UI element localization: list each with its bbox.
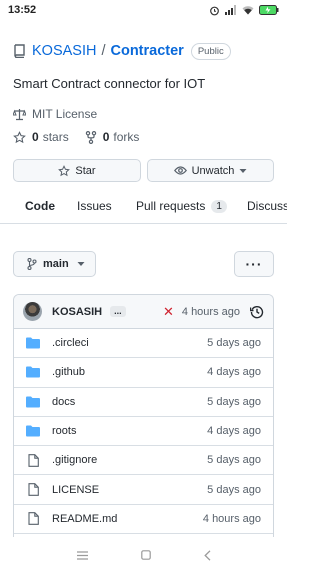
fork-icon xyxy=(85,130,96,144)
folder-icon xyxy=(26,425,40,437)
repo-tabs: Code Issues Pull requests 1 Discuss xyxy=(0,188,287,224)
file-name[interactable]: docs xyxy=(52,396,207,408)
file-age: 4 days ago xyxy=(207,425,261,438)
tab-code[interactable]: Code xyxy=(25,188,55,223)
repo-description: Smart Contract connector for IOT xyxy=(13,76,206,91)
chevron-down-icon xyxy=(77,262,85,266)
forks-count: 0 xyxy=(102,130,110,144)
menu-icon[interactable] xyxy=(76,550,88,560)
battery-icon xyxy=(259,5,279,15)
file-row[interactable]: .github 4 days ago xyxy=(14,358,273,388)
back-icon[interactable] xyxy=(203,549,211,561)
status-icons xyxy=(209,5,279,16)
chevron-down-icon xyxy=(239,168,247,173)
repo-icon xyxy=(13,44,25,58)
branch-icon xyxy=(27,258,37,270)
file-age: 4 days ago xyxy=(207,366,261,379)
forks-link[interactable]: 0 forks xyxy=(85,130,140,144)
file-name[interactable]: roots xyxy=(52,425,207,437)
avatar[interactable] xyxy=(23,302,42,321)
file-row[interactable]: roots 4 days ago xyxy=(14,417,273,447)
law-scale-icon xyxy=(13,108,26,120)
file-name[interactable]: .circleci xyxy=(52,337,207,349)
stars-count[interactable]: 0 xyxy=(32,130,39,144)
file-row[interactable]: .circleci 5 days ago xyxy=(14,329,273,359)
file-browser: KOSASIH ... ✕ 4 hours ago .circleci 5 da… xyxy=(13,294,274,544)
wifi-icon xyxy=(242,6,254,15)
stars-label[interactable]: stars xyxy=(43,130,69,144)
commit-message-toggle[interactable]: ... xyxy=(110,306,126,317)
tab-discussions-label: Discuss xyxy=(247,199,287,213)
license-link[interactable]: MIT License xyxy=(13,107,97,121)
status-bar: 13:52 xyxy=(0,0,287,20)
tab-pull-requests[interactable]: Pull requests 1 xyxy=(136,188,227,223)
file-name[interactable]: README.md xyxy=(52,513,203,525)
file-row[interactable]: .gitignore 5 days ago xyxy=(14,446,273,476)
signal-icon xyxy=(225,5,236,15)
history-icon[interactable] xyxy=(250,305,264,319)
file-age: 4 hours ago xyxy=(202,512,261,525)
folder-icon xyxy=(26,337,40,349)
file-age: 5 days ago xyxy=(207,395,261,408)
branch-selector[interactable]: main xyxy=(13,251,96,277)
tab-issues-label: Issues xyxy=(77,199,112,213)
repo-name-link[interactable]: Contracter xyxy=(111,43,184,59)
home-icon[interactable] xyxy=(140,550,151,560)
repo-counts: 0 stars 0 forks xyxy=(13,130,139,144)
file-row[interactable]: README.md 4 hours ago xyxy=(14,505,273,535)
license-label: MIT License xyxy=(32,107,98,121)
repo-header: KOSASIH / Contracter Public xyxy=(13,40,231,62)
star-button-label: Star xyxy=(75,164,96,177)
unwatch-button[interactable]: Unwatch xyxy=(147,159,274,182)
folder-icon xyxy=(26,366,40,378)
tab-code-label: Code xyxy=(25,199,55,213)
file-icon xyxy=(26,453,40,467)
unwatch-button-label: Unwatch xyxy=(191,164,235,177)
forks-label: forks xyxy=(113,130,140,144)
file-name[interactable]: .gitignore xyxy=(52,454,207,466)
commit-time[interactable]: 4 hours ago xyxy=(182,306,240,318)
star-button[interactable]: Star xyxy=(13,159,141,182)
latest-commit: KOSASIH ... ✕ 4 hours ago xyxy=(14,295,273,329)
file-row[interactable]: docs 5 days ago xyxy=(14,388,273,417)
tab-pull-requests-label: Pull requests xyxy=(136,199,206,213)
status-time: 13:52 xyxy=(8,4,37,16)
file-row[interactable]: LICENSE 5 days ago xyxy=(14,475,273,505)
visibility-badge: Public xyxy=(190,42,231,60)
file-icon xyxy=(26,512,40,526)
system-nav-bar xyxy=(0,537,287,573)
repo-path-separator: / xyxy=(101,43,106,59)
star-icon xyxy=(13,130,26,143)
file-icon xyxy=(26,483,40,496)
file-name[interactable]: .github xyxy=(52,366,207,378)
commit-author[interactable]: KOSASIH xyxy=(52,306,102,318)
star-outline-icon xyxy=(58,164,71,176)
repo-owner-link[interactable]: KOSASIH xyxy=(32,43,96,59)
check-failed-icon[interactable]: ✕ xyxy=(163,304,174,320)
pull-requests-counter: 1 xyxy=(211,199,227,213)
folder-icon xyxy=(26,396,40,408)
file-name[interactable]: LICENSE xyxy=(52,484,207,496)
file-age: 5 days ago xyxy=(207,483,261,496)
tab-discussions[interactable]: Discuss xyxy=(247,188,287,223)
alarm-icon xyxy=(210,6,219,15)
tab-issues[interactable]: Issues xyxy=(77,188,112,223)
file-age: 5 days ago xyxy=(207,337,261,350)
eye-icon xyxy=(173,166,187,175)
file-age: 5 days ago xyxy=(207,454,261,467)
branch-name: main xyxy=(43,258,69,270)
more-options-button[interactable]: ··· xyxy=(234,251,274,277)
